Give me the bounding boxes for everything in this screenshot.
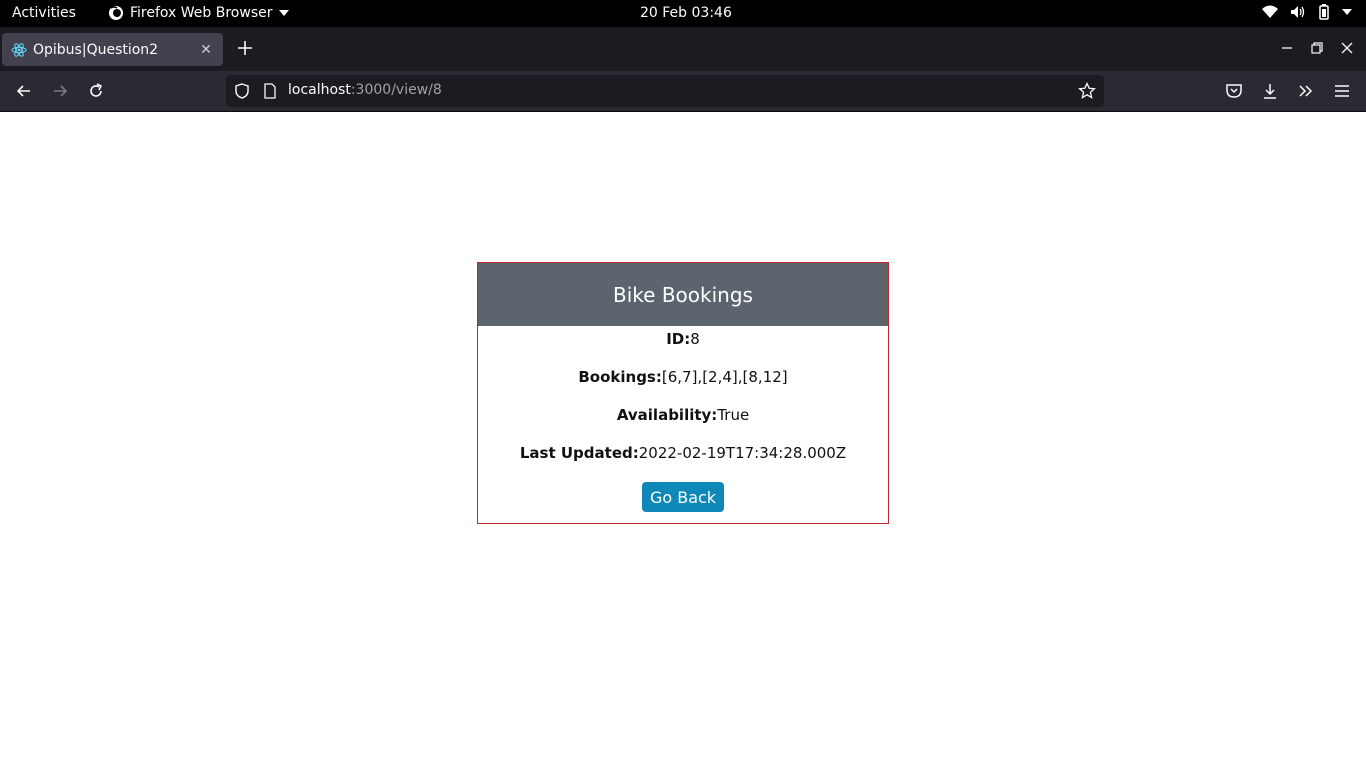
go-back-button[interactable]: Go Back <box>641 482 725 512</box>
last-updated-value: 2022-02-19T17:34:28.000Z <box>638 444 847 462</box>
card-title: Bike Bookings <box>478 263 888 326</box>
bookings-row: Bookings:[6,7],[2,4],[8,12] <box>478 364 888 402</box>
hamburger-menu-icon[interactable] <box>1332 81 1352 101</box>
url-text[interactable]: localhost:3000/view/8 <box>288 82 442 98</box>
app-menu-label: Firefox Web Browser <box>130 5 273 21</box>
reload-icon[interactable] <box>86 81 106 101</box>
overflow-chevrons-icon[interactable] <box>1296 81 1316 101</box>
react-icon <box>11 42 27 57</box>
pocket-icon[interactable] <box>1224 81 1244 101</box>
url-bar[interactable]: localhost:3000/view/8 <box>226 75 1104 107</box>
minimize-icon[interactable] <box>1278 39 1296 57</box>
browser-tab[interactable]: Opibus|Question2 ✕ <box>2 33 223 66</box>
system-tray[interactable] <box>1262 4 1352 20</box>
tab-strip: Opibus|Question2 ✕ <box>0 27 1366 71</box>
tab-title: Opibus|Question2 <box>33 41 159 58</box>
close-window-icon[interactable] <box>1338 39 1356 57</box>
battery-icon <box>1319 4 1329 20</box>
app-menu[interactable]: Firefox Web Browser <box>108 5 289 21</box>
firefox-icon <box>109 6 123 20</box>
clock[interactable]: 20 Feb 03:46 <box>640 5 732 21</box>
volume-icon <box>1291 6 1305 18</box>
shield-icon[interactable] <box>234 83 250 99</box>
back-arrow-icon[interactable] <box>14 81 34 101</box>
availability-row: Availability:True <box>478 402 888 440</box>
url-path: :3000/view/8 <box>350 82 442 98</box>
forward-arrow-icon[interactable] <box>50 81 70 101</box>
bookings-label: Bookings: <box>578 368 662 386</box>
navigation-toolbar: localhost:3000/view/8 <box>0 71 1366 112</box>
id-row: ID:8 <box>478 326 888 364</box>
wifi-icon <box>1262 5 1278 18</box>
system-top-bar: Activities Firefox Web Browser 20 Feb 03… <box>0 0 1366 27</box>
new-tab-icon[interactable] <box>234 37 256 59</box>
availability-label: Availability: <box>616 406 718 424</box>
chevron-down-icon <box>278 10 289 16</box>
download-icon[interactable] <box>1260 81 1280 101</box>
last-updated-row: Last Updated:2022-02-19T17:34:28.000Z <box>478 440 888 478</box>
card-body: ID:8 Bookings:[6,7],[2,4],[8,12] Availab… <box>478 326 888 512</box>
id-label: ID: <box>666 330 691 348</box>
tab-close-icon[interactable]: ✕ <box>197 42 215 58</box>
availability-value: True <box>717 406 750 424</box>
id-value: 8 <box>690 330 700 348</box>
bookings-value: [6,7],[2,4],[8,12] <box>661 368 788 386</box>
page-icon[interactable] <box>262 83 278 99</box>
bookmark-star-icon[interactable] <box>1078 82 1096 100</box>
restore-icon[interactable] <box>1308 39 1326 57</box>
url-host: localhost <box>288 82 351 98</box>
bike-bookings-card: Bike Bookings ID:8 Bookings:[6,7],[2,4],… <box>477 262 889 524</box>
activities-button[interactable]: Activities <box>12 5 76 21</box>
last-updated-label: Last Updated: <box>519 444 639 462</box>
page-content: Bike Bookings ID:8 Bookings:[6,7],[2,4],… <box>0 112 1366 768</box>
chevron-down-icon <box>1342 9 1352 15</box>
